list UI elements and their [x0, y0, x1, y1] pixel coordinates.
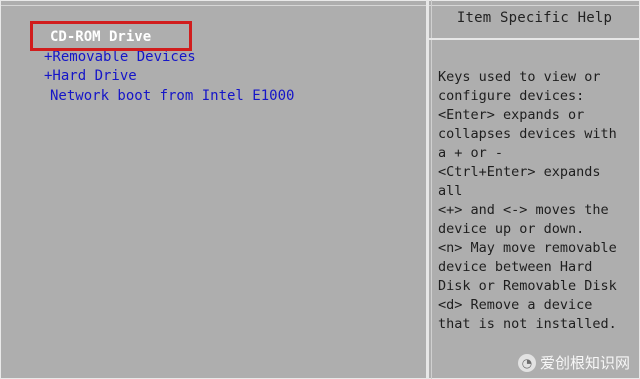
help-header-separator	[429, 38, 640, 40]
help-line: device up or down.	[438, 221, 585, 237]
watermark-text: 爱创根知识网	[539, 354, 630, 372]
panel-divider	[426, 0, 429, 379]
panel-divider-inner	[431, 0, 432, 379]
help-line: <n> May move removable	[438, 240, 617, 256]
help-line: Disk or Removable Disk	[438, 278, 617, 294]
help-line: <d> Remove a device	[438, 297, 593, 313]
help-line: that is not installed.	[438, 316, 617, 332]
top-border	[1, 1, 639, 6]
help-line: Keys used to view or	[438, 69, 601, 85]
help-line: a + or -	[438, 145, 504, 161]
watermark-logo-icon: ◔	[517, 353, 536, 372]
help-line: collapses devices with	[438, 126, 617, 142]
help-panel-title: Item Specific Help	[456, 10, 613, 26]
help-text-block: Keys used to view or configure devices: …	[438, 68, 636, 334]
help-line: configure devices:	[438, 88, 585, 104]
help-line: all	[438, 183, 463, 199]
help-line: <+> and <-> moves the	[438, 202, 609, 218]
help-line: device between Hard	[438, 259, 593, 275]
help-line: <Ctrl+Enter> expands	[438, 164, 601, 180]
selection-highlight-box	[30, 21, 192, 51]
watermark: ◔ 爱创根知识网	[517, 352, 630, 373]
boot-item-hard-drive[interactable]: +Hard Drive	[30, 67, 410, 87]
boot-item-network-boot[interactable]: Network boot from Intel E1000	[30, 87, 410, 107]
help-line: <Enter> expands or	[438, 107, 585, 123]
